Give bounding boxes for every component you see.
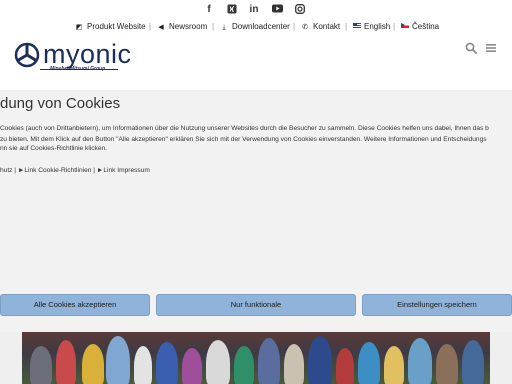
logo-subtext: MinebeaMitsumi Group: [50, 66, 106, 72]
hero-image: [0, 332, 512, 384]
divider: |: [212, 22, 215, 31]
link-label: Čeština: [412, 22, 440, 31]
save-settings-button[interactable]: Einstellungen speichern: [362, 294, 512, 316]
photo-person: [336, 348, 354, 384]
cookie-text-line: nn sie auf Cookies-Richtlinie klicken.: [0, 145, 108, 152]
cookie-policy-links[interactable]: hutz | ►Link Cookie-Richtlinien | ►Link …: [0, 166, 150, 175]
phone-icon: ✆: [302, 24, 308, 31]
photo-person: [284, 344, 304, 384]
link-label: Downloadcenter: [232, 22, 290, 31]
menu-icon[interactable]: [485, 42, 497, 54]
download-icon: ⤓: [222, 24, 226, 31]
top-links: ◩ Produkt Website | ◀ Newsroom | ⤓ Download…: [0, 21, 512, 33]
photo-person: [308, 336, 332, 384]
photo-person: [384, 346, 404, 384]
photo-person: [408, 338, 432, 384]
newsroom-link[interactable]: ◀ Newsroom: [157, 21, 207, 34]
photo-person: [358, 342, 380, 384]
photo-person: [206, 340, 230, 384]
downloadcenter-link[interactable]: ⤓ Downloadcenter: [220, 21, 290, 34]
english-link[interactable]: English: [353, 21, 390, 33]
instagram-icon[interactable]: [294, 4, 306, 16]
top-utility-bar: f in ◩ Produkt Website | ◀ Newsroom | ⤓ Dow…: [0, 0, 512, 36]
xing-icon[interactable]: [226, 4, 238, 16]
photo-person: [56, 340, 76, 384]
photo-person: [106, 336, 130, 384]
social-links: f in: [0, 4, 512, 16]
photo-person: [82, 344, 104, 384]
cookie-text-line: Cookies (auch von Drittanbietern), um In…: [0, 125, 489, 132]
link-label: Newsroom: [169, 22, 208, 31]
produkt-website-link[interactable]: ◩ Produkt Website: [75, 21, 146, 34]
site-header: myonic MinebeaMitsumi Group: [0, 36, 512, 90]
photo-person: [30, 346, 52, 384]
photo-person: [134, 346, 152, 384]
link-label: Kontakt: [313, 22, 341, 31]
cookie-title: dung von Cookies: [0, 95, 121, 112]
link-label: English: [364, 22, 391, 31]
group-photo: [22, 332, 490, 384]
cestina-link[interactable]: Čeština: [401, 21, 439, 33]
facebook-icon[interactable]: f: [203, 4, 215, 16]
myonic-logo-icon[interactable]: [14, 42, 40, 68]
kontakt-link[interactable]: ✆ Kontakt: [301, 21, 340, 34]
photo-person: [182, 348, 202, 384]
search-icon[interactable]: [465, 42, 477, 54]
photo-person: [436, 344, 458, 384]
youtube-icon[interactable]: [271, 4, 283, 16]
external-link-icon: ◩: [75, 24, 83, 31]
link-label: Produkt Website: [87, 22, 146, 31]
cookie-consent-banner: dung von Cookies Cookies (auch von Dritt…: [0, 90, 512, 332]
linkedin-icon[interactable]: in: [248, 4, 260, 16]
photo-person: [258, 338, 280, 384]
accept-all-cookies-button[interactable]: Alle Cookies akzeptieren: [0, 294, 150, 316]
photo-person: [234, 346, 254, 384]
divider: |: [293, 22, 296, 31]
divider: |: [149, 22, 152, 31]
flag-cz-icon: [401, 23, 409, 28]
functional-only-button[interactable]: Nur funktionale: [156, 294, 356, 316]
flag-uk-icon: [353, 23, 361, 28]
megaphone-icon: ◀: [158, 24, 164, 31]
cookie-text-line: zu bieten. Mit dem Klick auf den Button …: [0, 136, 487, 143]
photo-person: [462, 340, 484, 384]
photo-person: [156, 342, 178, 384]
divider: |: [345, 22, 348, 31]
divider: |: [393, 22, 396, 31]
